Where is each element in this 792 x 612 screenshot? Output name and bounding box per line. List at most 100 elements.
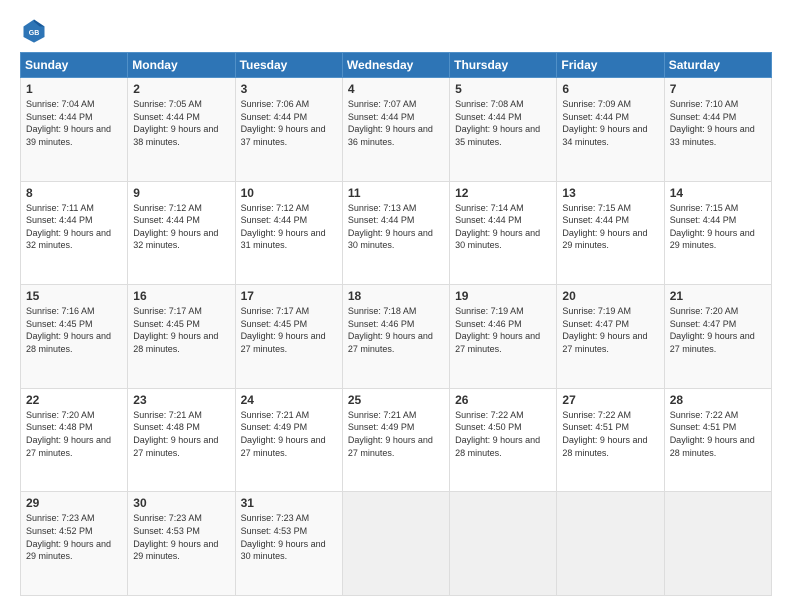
calendar-cell (450, 492, 557, 596)
logo-icon: GB (20, 16, 48, 44)
day-info: Sunrise: 7:21 AM Sunset: 4:49 PM Dayligh… (348, 409, 444, 459)
calendar-cell (664, 492, 771, 596)
day-info: Sunrise: 7:06 AM Sunset: 4:44 PM Dayligh… (241, 98, 337, 148)
calendar-cell: 14 Sunrise: 7:15 AM Sunset: 4:44 PM Dayl… (664, 181, 771, 285)
calendar-cell: 16 Sunrise: 7:17 AM Sunset: 4:45 PM Dayl… (128, 285, 235, 389)
calendar-cell: 3 Sunrise: 7:06 AM Sunset: 4:44 PM Dayli… (235, 78, 342, 182)
calendar-cell: 30 Sunrise: 7:23 AM Sunset: 4:53 PM Dayl… (128, 492, 235, 596)
day-info: Sunrise: 7:14 AM Sunset: 4:44 PM Dayligh… (455, 202, 551, 252)
day-number: 23 (133, 393, 229, 407)
day-info: Sunrise: 7:17 AM Sunset: 4:45 PM Dayligh… (133, 305, 229, 355)
day-info: Sunrise: 7:11 AM Sunset: 4:44 PM Dayligh… (26, 202, 122, 252)
day-info: Sunrise: 7:07 AM Sunset: 4:44 PM Dayligh… (348, 98, 444, 148)
calendar-cell: 10 Sunrise: 7:12 AM Sunset: 4:44 PM Dayl… (235, 181, 342, 285)
weekday-header-tuesday: Tuesday (235, 53, 342, 78)
header: GB (20, 16, 772, 44)
weekday-header-friday: Friday (557, 53, 664, 78)
day-info: Sunrise: 7:13 AM Sunset: 4:44 PM Dayligh… (348, 202, 444, 252)
day-info: Sunrise: 7:05 AM Sunset: 4:44 PM Dayligh… (133, 98, 229, 148)
day-number: 21 (670, 289, 766, 303)
calendar-cell: 31 Sunrise: 7:23 AM Sunset: 4:53 PM Dayl… (235, 492, 342, 596)
calendar-cell: 8 Sunrise: 7:11 AM Sunset: 4:44 PM Dayli… (21, 181, 128, 285)
calendar-cell: 13 Sunrise: 7:15 AM Sunset: 4:44 PM Dayl… (557, 181, 664, 285)
logo: GB (20, 16, 52, 44)
calendar-cell: 20 Sunrise: 7:19 AM Sunset: 4:47 PM Dayl… (557, 285, 664, 389)
day-info: Sunrise: 7:09 AM Sunset: 4:44 PM Dayligh… (562, 98, 658, 148)
day-number: 1 (26, 82, 122, 96)
day-number: 2 (133, 82, 229, 96)
day-info: Sunrise: 7:20 AM Sunset: 4:48 PM Dayligh… (26, 409, 122, 459)
calendar-cell: 7 Sunrise: 7:10 AM Sunset: 4:44 PM Dayli… (664, 78, 771, 182)
calendar-cell: 15 Sunrise: 7:16 AM Sunset: 4:45 PM Dayl… (21, 285, 128, 389)
day-number: 8 (26, 186, 122, 200)
calendar-cell: 24 Sunrise: 7:21 AM Sunset: 4:49 PM Dayl… (235, 388, 342, 492)
day-info: Sunrise: 7:21 AM Sunset: 4:48 PM Dayligh… (133, 409, 229, 459)
day-info: Sunrise: 7:22 AM Sunset: 4:51 PM Dayligh… (562, 409, 658, 459)
day-info: Sunrise: 7:19 AM Sunset: 4:47 PM Dayligh… (562, 305, 658, 355)
calendar-cell: 1 Sunrise: 7:04 AM Sunset: 4:44 PM Dayli… (21, 78, 128, 182)
day-number: 26 (455, 393, 551, 407)
day-number: 19 (455, 289, 551, 303)
calendar-cell: 12 Sunrise: 7:14 AM Sunset: 4:44 PM Dayl… (450, 181, 557, 285)
day-info: Sunrise: 7:21 AM Sunset: 4:49 PM Dayligh… (241, 409, 337, 459)
calendar-cell: 17 Sunrise: 7:17 AM Sunset: 4:45 PM Dayl… (235, 285, 342, 389)
calendar-cell (342, 492, 449, 596)
calendar-cell: 4 Sunrise: 7:07 AM Sunset: 4:44 PM Dayli… (342, 78, 449, 182)
day-number: 15 (26, 289, 122, 303)
day-info: Sunrise: 7:12 AM Sunset: 4:44 PM Dayligh… (241, 202, 337, 252)
day-info: Sunrise: 7:19 AM Sunset: 4:46 PM Dayligh… (455, 305, 551, 355)
weekday-header-monday: Monday (128, 53, 235, 78)
day-number: 6 (562, 82, 658, 96)
calendar-cell: 26 Sunrise: 7:22 AM Sunset: 4:50 PM Dayl… (450, 388, 557, 492)
day-number: 31 (241, 496, 337, 510)
day-info: Sunrise: 7:23 AM Sunset: 4:53 PM Dayligh… (241, 512, 337, 562)
day-info: Sunrise: 7:17 AM Sunset: 4:45 PM Dayligh… (241, 305, 337, 355)
day-info: Sunrise: 7:12 AM Sunset: 4:44 PM Dayligh… (133, 202, 229, 252)
day-number: 16 (133, 289, 229, 303)
day-number: 14 (670, 186, 766, 200)
day-number: 11 (348, 186, 444, 200)
day-info: Sunrise: 7:23 AM Sunset: 4:53 PM Dayligh… (133, 512, 229, 562)
day-number: 9 (133, 186, 229, 200)
calendar-cell: 11 Sunrise: 7:13 AM Sunset: 4:44 PM Dayl… (342, 181, 449, 285)
day-number: 20 (562, 289, 658, 303)
weekday-header-thursday: Thursday (450, 53, 557, 78)
day-info: Sunrise: 7:16 AM Sunset: 4:45 PM Dayligh… (26, 305, 122, 355)
calendar-cell: 5 Sunrise: 7:08 AM Sunset: 4:44 PM Dayli… (450, 78, 557, 182)
day-info: Sunrise: 7:15 AM Sunset: 4:44 PM Dayligh… (562, 202, 658, 252)
weekday-header-saturday: Saturday (664, 53, 771, 78)
calendar-cell: 18 Sunrise: 7:18 AM Sunset: 4:46 PM Dayl… (342, 285, 449, 389)
calendar-cell: 29 Sunrise: 7:23 AM Sunset: 4:52 PM Dayl… (21, 492, 128, 596)
calendar-cell: 25 Sunrise: 7:21 AM Sunset: 4:49 PM Dayl… (342, 388, 449, 492)
day-number: 18 (348, 289, 444, 303)
day-info: Sunrise: 7:08 AM Sunset: 4:44 PM Dayligh… (455, 98, 551, 148)
calendar-cell: 2 Sunrise: 7:05 AM Sunset: 4:44 PM Dayli… (128, 78, 235, 182)
weekday-header-wednesday: Wednesday (342, 53, 449, 78)
day-number: 24 (241, 393, 337, 407)
day-info: Sunrise: 7:10 AM Sunset: 4:44 PM Dayligh… (670, 98, 766, 148)
day-info: Sunrise: 7:22 AM Sunset: 4:50 PM Dayligh… (455, 409, 551, 459)
day-number: 4 (348, 82, 444, 96)
page: GB SundayMondayTuesdayWednesdayThursdayF… (0, 0, 792, 612)
day-number: 27 (562, 393, 658, 407)
calendar-cell: 23 Sunrise: 7:21 AM Sunset: 4:48 PM Dayl… (128, 388, 235, 492)
day-info: Sunrise: 7:20 AM Sunset: 4:47 PM Dayligh… (670, 305, 766, 355)
day-number: 5 (455, 82, 551, 96)
weekday-header-sunday: Sunday (21, 53, 128, 78)
day-number: 29 (26, 496, 122, 510)
calendar-cell (557, 492, 664, 596)
day-info: Sunrise: 7:22 AM Sunset: 4:51 PM Dayligh… (670, 409, 766, 459)
calendar-cell: 28 Sunrise: 7:22 AM Sunset: 4:51 PM Dayl… (664, 388, 771, 492)
calendar-cell: 19 Sunrise: 7:19 AM Sunset: 4:46 PM Dayl… (450, 285, 557, 389)
calendar-cell: 27 Sunrise: 7:22 AM Sunset: 4:51 PM Dayl… (557, 388, 664, 492)
svg-text:GB: GB (29, 30, 40, 37)
calendar-cell: 9 Sunrise: 7:12 AM Sunset: 4:44 PM Dayli… (128, 181, 235, 285)
day-number: 3 (241, 82, 337, 96)
day-info: Sunrise: 7:15 AM Sunset: 4:44 PM Dayligh… (670, 202, 766, 252)
day-info: Sunrise: 7:18 AM Sunset: 4:46 PM Dayligh… (348, 305, 444, 355)
day-number: 22 (26, 393, 122, 407)
calendar-cell: 6 Sunrise: 7:09 AM Sunset: 4:44 PM Dayli… (557, 78, 664, 182)
day-info: Sunrise: 7:04 AM Sunset: 4:44 PM Dayligh… (26, 98, 122, 148)
day-number: 17 (241, 289, 337, 303)
calendar-cell: 22 Sunrise: 7:20 AM Sunset: 4:48 PM Dayl… (21, 388, 128, 492)
